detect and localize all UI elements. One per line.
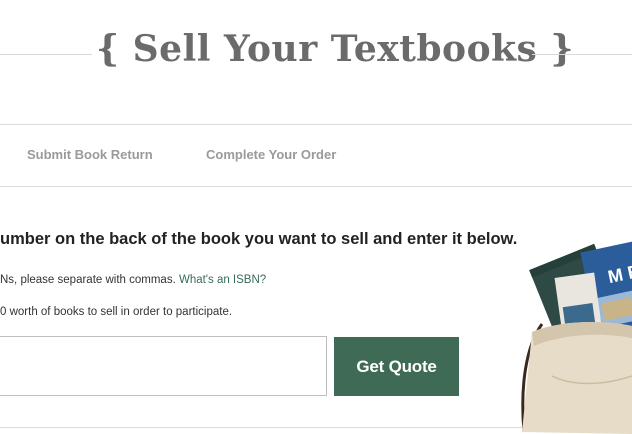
step-submit-book-return[interactable]: Submit Book Return <box>27 147 153 162</box>
whats-an-isbn-link[interactable]: What's an ISBN? <box>179 274 266 286</box>
step-complete-your-order[interactable]: Complete Your Order <box>206 147 336 162</box>
page-title: { Sell Your Textbooks } <box>96 28 574 70</box>
title-divider-right <box>532 54 632 55</box>
steps-divider-bottom <box>0 186 632 187</box>
instruction-text: umber on the back of the book you want t… <box>0 230 518 248</box>
title-divider-left <box>0 54 92 55</box>
tote-bag-with-books-icon: M EU <box>521 240 632 434</box>
isbn-hint-text: Ns, please separate with commas. <box>0 274 179 286</box>
isbn-hint: Ns, please separate with commas. What's … <box>0 274 266 286</box>
steps-divider-top <box>0 124 632 125</box>
get-quote-button[interactable]: Get Quote <box>334 337 459 396</box>
minimum-requirement-text: 0 worth of books to sell in order to par… <box>0 306 233 318</box>
isbn-input[interactable] <box>0 336 327 396</box>
title-row: { Sell Your Textbooks } <box>0 0 632 110</box>
